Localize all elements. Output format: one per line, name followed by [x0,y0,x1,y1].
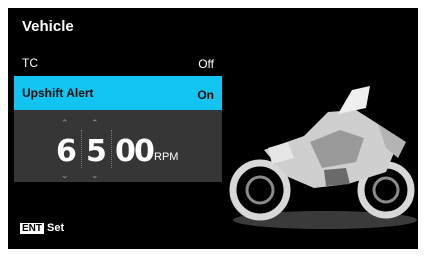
digit-separator [111,130,112,168]
rpm-setting-panel: ⌃ 6 ⌄ ⌃ 5 ⌄ 0 0 RPM [14,110,222,182]
set-label: Set [47,222,65,234]
rpm-digit-1[interactable]: 6 [56,134,77,169]
digit-2-up-arrow-icon[interactable]: ⌃ [91,118,99,129]
digit-1-up-arrow-icon[interactable]: ⌃ [61,118,69,129]
rpm-unit: RPM [154,151,179,163]
vehicle-settings-screen: Vehicle TC Off Upshift Alert On ⌃ 6 ⌄ ⌃ … [8,8,418,249]
digit-2-down-arrow-icon[interactable]: ⌄ [91,170,99,181]
menu-item-tc[interactable]: TC Off [14,52,222,76]
tc-label: TC [22,56,38,70]
digit-separator [81,130,82,168]
tc-value: Off [198,57,214,71]
motorcycle-image [229,86,417,229]
rpm-digit-2[interactable]: 5 [86,134,107,169]
page-title: Vehicle [22,18,74,35]
ent-key-icon: ENT [20,223,44,234]
menu-item-upshift-alert[interactable]: Upshift Alert On [14,76,222,110]
digit-1-down-arrow-icon[interactable]: ⌄ [61,170,69,181]
upshift-alert-label: Upshift Alert [22,86,94,100]
upshift-alert-value: On [197,88,214,102]
rpm-digit-4: 0 [134,134,155,169]
rpm-digit-3: 0 [115,134,136,169]
footer-hint: ENT Set [20,222,64,234]
